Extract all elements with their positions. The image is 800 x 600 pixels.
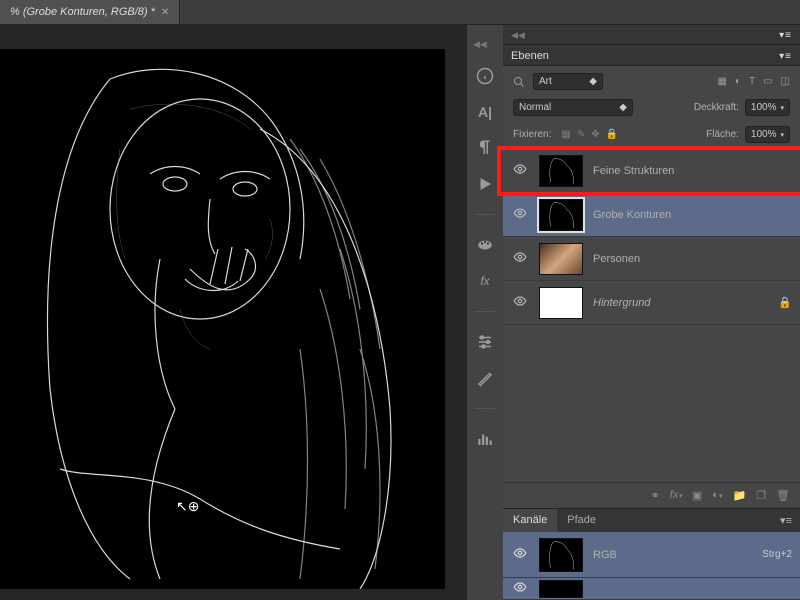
visibility-toggle[interactable] <box>511 546 529 563</box>
layers-panel-title: Ebenen <box>511 50 549 62</box>
swatches-icon[interactable] <box>475 235 495 255</box>
search-icon <box>513 76 525 88</box>
layer-thumbnail[interactable] <box>539 199 583 231</box>
layer-mask-icon[interactable]: ▣ <box>692 489 702 502</box>
opacity-input[interactable]: 100%▾ <box>745 99 790 116</box>
link-layers-icon[interactable]: ⚭ <box>651 489 660 502</box>
fill-label: Fläche: <box>706 129 739 140</box>
channel-name: RGB <box>593 549 752 561</box>
layer-thumbnail[interactable] <box>539 287 583 319</box>
layer-thumbnail[interactable] <box>539 243 583 275</box>
info-icon[interactable] <box>475 66 495 86</box>
channel-thumbnail[interactable] <box>539 580 583 598</box>
lock-icon: 🔒 <box>778 296 792 309</box>
document-tab-bar: % (Grobe Konturen, RGB/8) * ✕ <box>0 0 800 25</box>
filter-adjust-icon[interactable]: ◐ <box>735 76 741 87</box>
tab-paths[interactable]: Pfade <box>557 509 606 532</box>
tab-channels[interactable]: Kanäle <box>503 509 557 532</box>
canvas[interactable]: ↖⊕ <box>0 25 467 600</box>
group-icon[interactable]: 📁 <box>732 489 746 502</box>
lock-position-icon[interactable]: ✥ <box>591 129 599 140</box>
layer-fx-icon[interactable]: fx▾ <box>670 489 682 502</box>
layers-bottom-toolbar: ⚭ fx▾ ▣ ◐▾ 📁 ❐ 🗑 <box>503 482 800 508</box>
channels-panel-tabs: Kanäle Pfade ▾≡ <box>503 509 800 532</box>
layer-name: Hintergrund <box>593 297 768 309</box>
layer-filter-select[interactable]: Art◆ <box>533 73 603 90</box>
layer-row[interactable]: Grobe Konturen <box>503 193 800 237</box>
histogram-icon[interactable] <box>475 429 495 449</box>
play-icon[interactable] <box>475 174 495 194</box>
filter-pixel-icon[interactable]: ▦ <box>717 76 726 87</box>
visibility-toggle[interactable] <box>511 580 529 597</box>
filter-shape-icon[interactable]: ▭ <box>763 76 772 87</box>
visibility-toggle[interactable] <box>511 162 529 179</box>
channel-shortcut: Strg+2 <box>762 549 792 560</box>
panel-menu-icon[interactable]: ▾≡ <box>779 30 792 41</box>
layer-name: Personen <box>593 253 792 265</box>
blend-mode-select[interactable]: Normal◆ <box>513 99 633 116</box>
new-layer-icon[interactable]: ❐ <box>756 489 766 502</box>
visibility-toggle[interactable] <box>511 206 529 223</box>
collapsed-panel-dock: ◀◀ A| fx <box>467 25 503 600</box>
document-tab[interactable]: % (Grobe Konturen, RGB/8) * ✕ <box>0 0 180 24</box>
layer-row[interactable]: Hintergrund 🔒 <box>503 281 800 325</box>
panel-menu-icon[interactable]: ▾≡ <box>779 51 792 62</box>
adjustments-icon[interactable] <box>475 332 495 352</box>
layer-name: Feine Strukturen <box>593 165 792 177</box>
panel-menu-icon[interactable]: ▾≡ <box>772 509 800 532</box>
channel-thumbnail[interactable] <box>539 538 583 572</box>
layer-name: Grobe Konturen <box>593 209 792 221</box>
document-tab-title: % (Grobe Konturen, RGB/8) * <box>10 6 155 18</box>
lock-pixels-icon[interactable]: ✎ <box>577 129 585 140</box>
fill-input[interactable]: 100%▾ <box>745 126 790 143</box>
layer-thumbnail[interactable] <box>539 155 583 187</box>
channel-row[interactable]: RGB Strg+2 <box>503 532 800 578</box>
paragraph-icon[interactable] <box>475 138 495 158</box>
layer-row[interactable]: Feine Strukturen <box>503 149 800 193</box>
lock-label: Fixieren: <box>513 129 551 140</box>
visibility-toggle[interactable] <box>511 294 529 311</box>
styles-icon[interactable]: fx <box>475 271 495 291</box>
layer-row[interactable]: Personen <box>503 237 800 281</box>
channel-row[interactable] <box>503 578 800 600</box>
brush-icon[interactable] <box>475 368 495 388</box>
layers-panel-tab[interactable]: Ebenen ▾≡ <box>503 45 800 66</box>
artwork-image <box>0 49 445 589</box>
opacity-label: Deckkraft: <box>694 102 739 113</box>
character-icon[interactable]: A| <box>475 102 495 122</box>
filter-smart-icon[interactable]: ◫ <box>781 76 790 87</box>
adjustment-layer-icon[interactable]: ◐▾ <box>712 489 722 502</box>
lock-transparent-icon[interactable]: ▦ <box>561 129 570 140</box>
lock-all-icon[interactable]: 🔒 <box>606 129 618 140</box>
filter-type-icon[interactable]: T <box>749 76 755 87</box>
layer-list: Feine Strukturen Grobe Konturen Personen… <box>503 149 800 325</box>
close-icon[interactable]: ✕ <box>161 7 169 18</box>
visibility-toggle[interactable] <box>511 250 529 267</box>
delete-layer-icon[interactable]: 🗑 <box>776 489 790 502</box>
layers-panel-header: ◀◀ ▾≡ <box>503 25 800 45</box>
